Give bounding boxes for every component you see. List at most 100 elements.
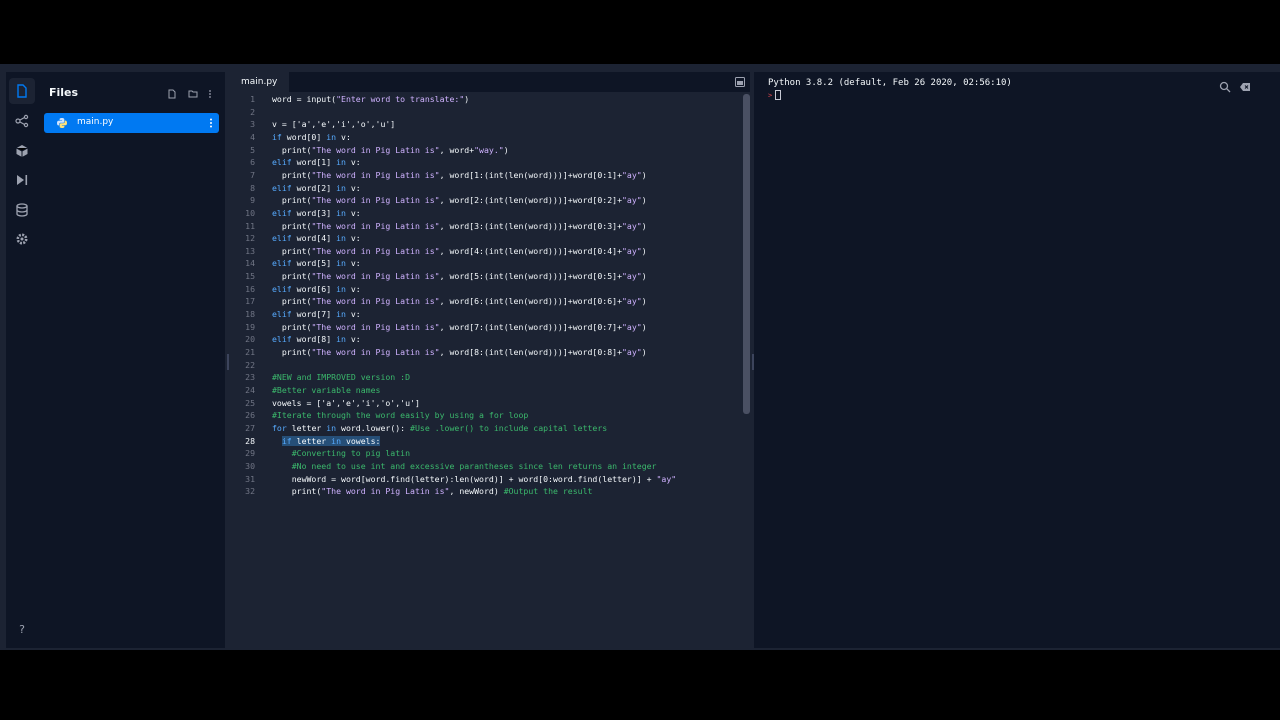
new-file-button[interactable]	[166, 88, 178, 100]
code-line[interactable]: 27 for letter in word.lower(): #Use .lowe…	[229, 422, 741, 435]
code-line[interactable]: 4 if word[0] in v:	[229, 131, 741, 144]
code-line[interactable]: 15 print("The word in Pig Latin is", wor…	[229, 270, 741, 283]
code-line[interactable]: 24 #Better variable names	[229, 384, 741, 397]
line-number: 22	[245, 359, 255, 370]
code-token: if	[272, 131, 282, 142]
console-panel[interactable]: Python 3.8.2 (default, Feb 26 2020, 02:5…	[754, 72, 1280, 648]
code-token: #NEW and IMPROVED version :D	[272, 372, 411, 383]
code-token: print("The word in Pig Latin is", word[2…	[272, 195, 647, 206]
code-token: elif	[272, 283, 292, 294]
code-line[interactable]: 25 vowels = ['a','e','i','o','u']	[229, 397, 741, 410]
code-line[interactable]: 1 word = input("Enter word to translate:"…	[229, 93, 741, 106]
code-line[interactable]: 19 print("The word in Pig Latin is", wor…	[229, 321, 741, 334]
code-token: v:	[345, 258, 361, 269]
code-line[interactable]: 9 print("The word in Pig Latin is", word…	[229, 194, 741, 207]
code-line[interactable]: 18 elif word[7] in v:	[229, 308, 741, 321]
settings-button[interactable]	[9, 226, 35, 252]
debugger-button[interactable]	[9, 167, 35, 193]
file-item-main-py[interactable]: main.py	[44, 113, 219, 133]
code-line[interactable]: 22	[229, 359, 741, 372]
packages-button[interactable]	[9, 138, 35, 164]
code-line[interactable]: 32 print("The word in Pig Latin is", new…	[229, 485, 741, 498]
line-source: elif word[5] in v:	[272, 257, 361, 270]
code-token: in	[331, 435, 342, 446]
files-button[interactable]	[9, 78, 35, 104]
line-number: 25	[245, 397, 255, 408]
line-number: 2	[250, 106, 255, 117]
code-line[interactable]: 29 #Converting to pig latin	[229, 447, 741, 460]
database-button[interactable]	[9, 197, 35, 223]
line-number: 18	[245, 309, 255, 320]
line-source: print("The word in Pig Latin is", newWor…	[272, 485, 593, 498]
code-token: #No need to use int and excessive parant…	[291, 460, 657, 471]
line-number: 24	[245, 384, 255, 395]
files-panel-title: Files	[49, 86, 79, 99]
code-token: print("The word in Pig Latin is", newWor…	[272, 486, 504, 497]
line-number: 13	[245, 245, 255, 256]
line-number: 30	[245, 460, 255, 471]
code-line[interactable]: 10 elif word[3] in v:	[229, 207, 741, 220]
new-folder-button[interactable]	[187, 88, 199, 100]
code-line[interactable]: 3 v = ['a','e','i','o','u']	[229, 118, 741, 131]
code-line[interactable]: 28 if letter in vowels:	[229, 435, 741, 448]
code-token: vowels = ['a','e','i','o','u']	[272, 397, 420, 408]
code-line[interactable]: 11 print("The word in Pig Latin is", wor…	[229, 220, 741, 233]
code-token: v:	[345, 309, 361, 320]
code-token: print("The word in Pig Latin is", word[5…	[272, 271, 647, 282]
line-number: 12	[245, 233, 255, 244]
files-more-button[interactable]	[204, 88, 216, 100]
file-options-icon[interactable]	[207, 117, 215, 129]
code-line[interactable]: 16 elif word[6] in v:	[229, 283, 741, 296]
code-line[interactable]: 20 elif word[8] in v:	[229, 333, 741, 346]
line-number: 5	[250, 144, 255, 155]
tab-main-py[interactable]: main.py	[229, 72, 290, 92]
code-token: elif	[272, 207, 292, 218]
console-cursor	[775, 90, 782, 100]
line-source: print("The word in Pig Latin is", word[5…	[272, 270, 647, 283]
code-token: v:	[345, 283, 361, 294]
code-token: elif	[272, 258, 292, 269]
layout-icon[interactable]	[735, 77, 745, 87]
version-control-button[interactable]	[9, 108, 35, 134]
code-line[interactable]: 13 print("The word in Pig Latin is", wor…	[229, 245, 741, 258]
editor-scrollbar[interactable]	[743, 94, 750, 414]
code-line[interactable]: 7 print("The word in Pig Latin is", word…	[229, 169, 741, 182]
code-token: word[6]	[291, 283, 337, 294]
code-line[interactable]: 5 print("The word in Pig Latin is", word…	[229, 144, 741, 157]
code-token: in	[336, 334, 346, 345]
code-token: elif	[272, 157, 292, 168]
code-token: #Iterate through the word easily by usin…	[272, 410, 529, 421]
search-icon[interactable]	[1219, 81, 1231, 93]
code-line[interactable]: 21 print("The word in Pig Latin is", wor…	[229, 346, 741, 359]
code-line[interactable]: 31 newWord = word[word.find(letter):len(…	[229, 473, 741, 486]
code-line[interactable]: 2	[229, 106, 741, 119]
code-token: print("The word in Pig Latin is", word[3…	[272, 220, 647, 231]
files-panel: Files main.py	[38, 72, 225, 648]
console-banner: Python 3.8.2 (default, Feb 26 2020, 02:5…	[768, 78, 1012, 88]
code-token: print("The word in Pig Latin is", word+"…	[272, 144, 509, 155]
code-line[interactable]: 17 print("The word in Pig Latin is", wor…	[229, 295, 741, 308]
code-line[interactable]: 30 #No need to use int and excessive par…	[229, 460, 741, 473]
code-token: if	[281, 435, 292, 446]
code-line[interactable]: 23 #NEW and IMPROVED version :D	[229, 371, 741, 384]
line-number: 6	[250, 157, 255, 168]
code-line[interactable]: 12 elif word[4] in v:	[229, 232, 741, 245]
debugger-icon	[17, 175, 28, 185]
code-line[interactable]: 14 elif word[5] in v:	[229, 257, 741, 270]
clear-console-icon[interactable]	[1239, 81, 1251, 93]
line-number: 31	[245, 473, 255, 484]
code-token: elif	[272, 233, 292, 244]
code-token: word.lower():	[336, 422, 411, 433]
console-prompt-row[interactable]: >	[768, 90, 782, 102]
help-button[interactable]: ?	[9, 616, 35, 642]
line-number: 9	[250, 195, 255, 206]
line-source: #Iterate through the word easily by usin…	[272, 409, 528, 422]
line-number: 7	[250, 169, 255, 180]
code-line[interactable]: 26 #Iterate through the word easily by us…	[229, 409, 741, 422]
code-line[interactable]: 6 elif word[1] in v:	[229, 156, 741, 169]
code-line[interactable]: 8 elif word[2] in v:	[229, 182, 741, 195]
code-token: word[7]	[291, 309, 337, 320]
code-area[interactable]: 1 word = input("Enter word to translate:"…	[229, 93, 741, 648]
